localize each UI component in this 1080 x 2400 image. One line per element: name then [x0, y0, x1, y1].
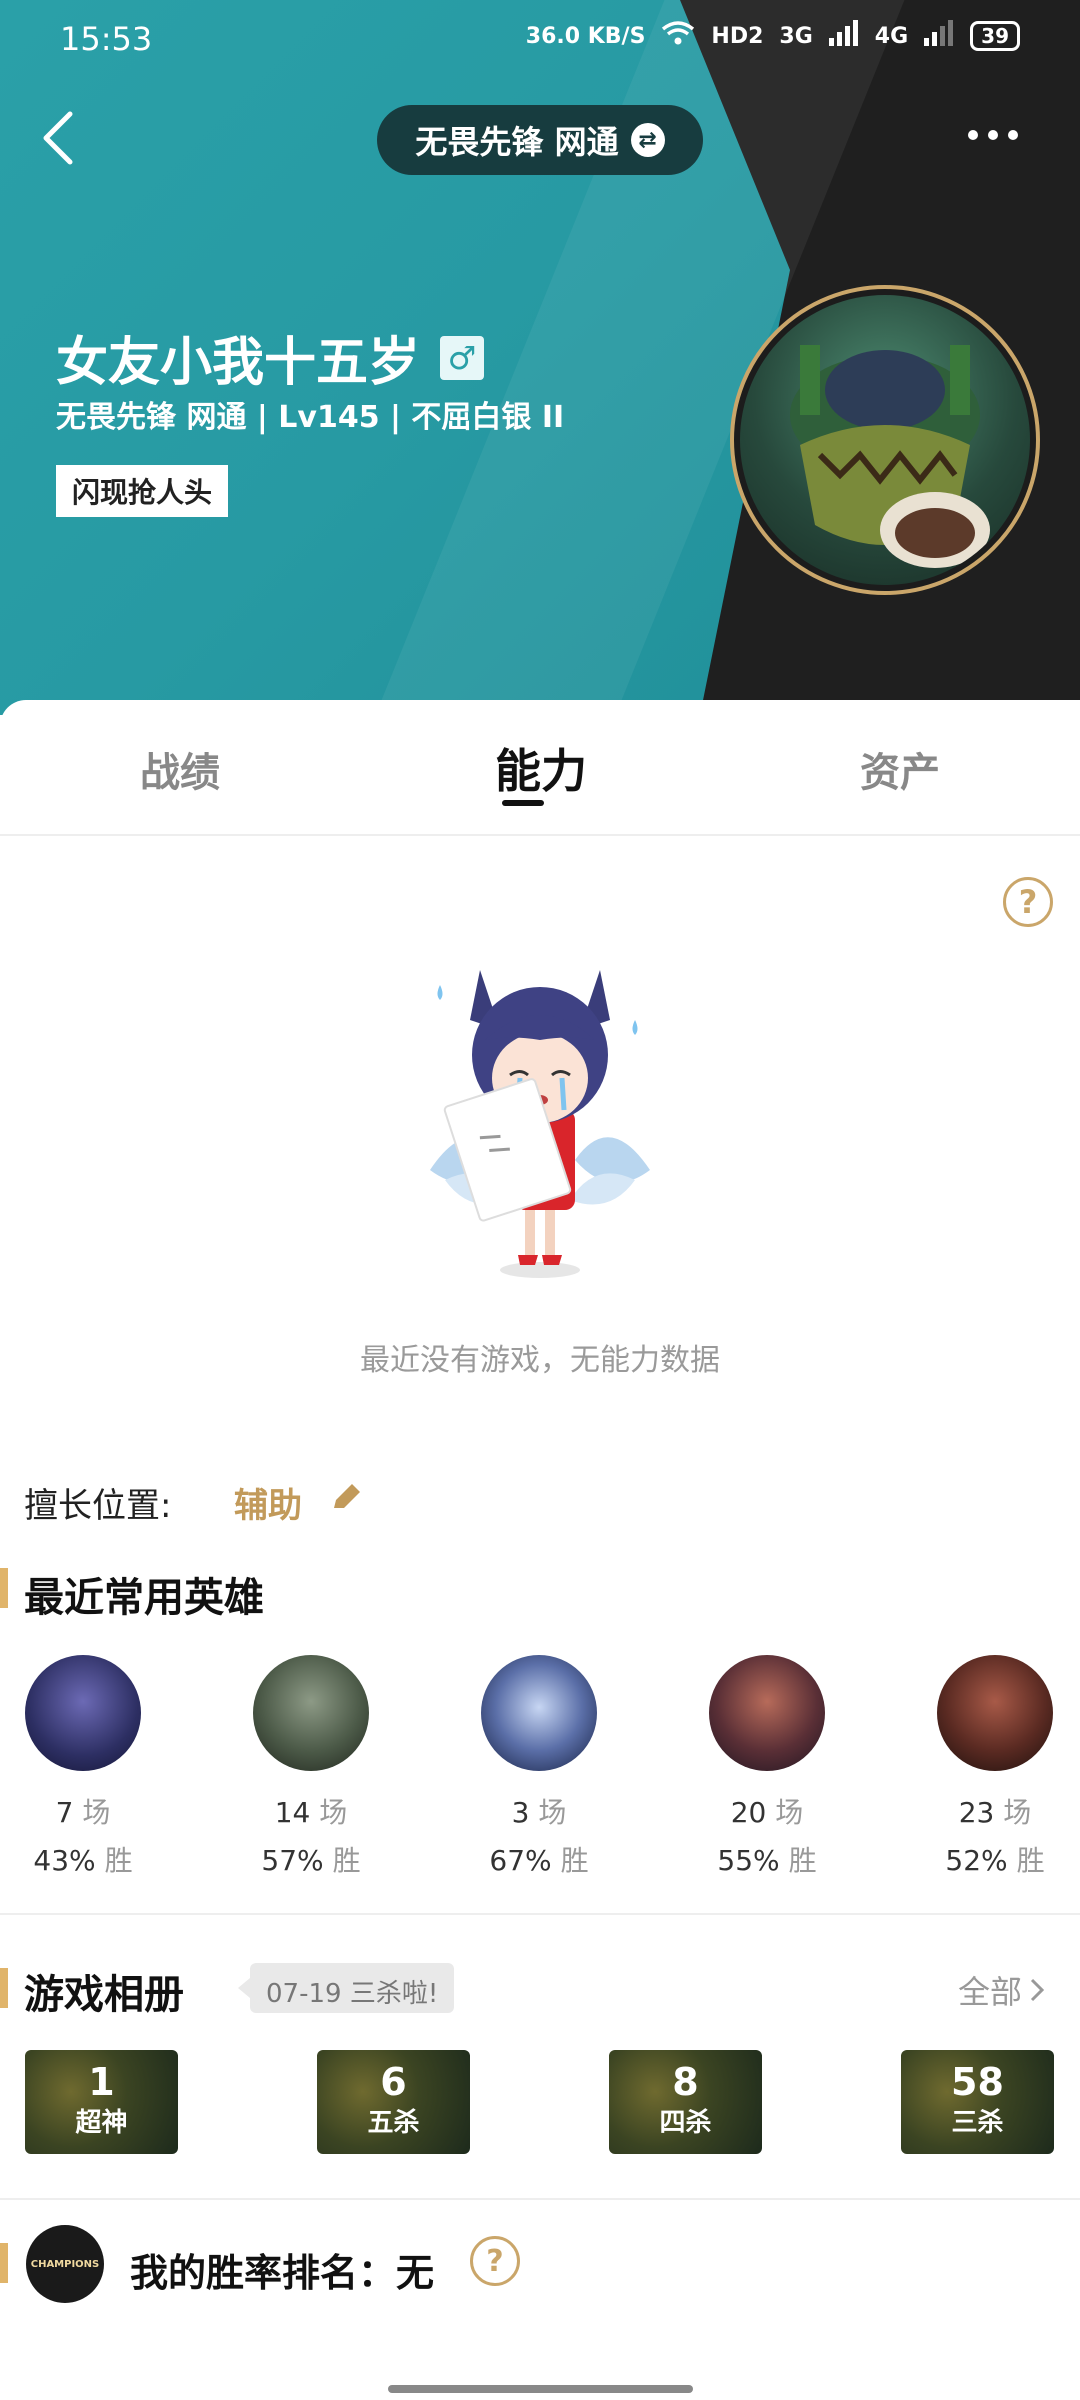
back-button[interactable] — [38, 108, 78, 168]
player-avatar[interactable] — [730, 285, 1040, 595]
hero-item[interactable]: 14 场 57% 胜 — [253, 1655, 369, 1879]
divider — [0, 2198, 1080, 2200]
male-icon: ♂ — [440, 335, 485, 380]
wifi-icon — [661, 20, 695, 52]
hero-item[interactable]: 3 场 67% 胜 — [481, 1655, 597, 1879]
net-speed: 36.0 KB/S — [525, 23, 646, 49]
hero-avatar — [481, 1655, 597, 1771]
champions-logo: CHAMPIONS — [26, 2225, 104, 2303]
player-meta: 无畏先锋 网通 | Lv145 | 不屈白银 II — [56, 400, 565, 435]
hero-winrate: 52% 胜 — [945, 1844, 1045, 1877]
winrate-rank-text: 我的胜率排名：无 — [130, 2251, 435, 2295]
album-card[interactable]: 58 三杀 — [901, 2050, 1054, 2154]
hd-badge: HD2 — [711, 23, 764, 49]
help-icon[interactable]: ? — [470, 2236, 520, 2286]
album-tip: 07-19 三杀啦! — [237, 1963, 455, 2013]
hero-games: 7 场 — [55, 1796, 111, 1829]
signal-icon — [828, 20, 859, 52]
tab-active-indicator — [502, 800, 544, 806]
hero-winrate: 55% 胜 — [717, 1844, 817, 1877]
hero-winrate: 43% 胜 — [33, 1844, 133, 1877]
hero-item[interactable]: 7 场 43% 胜 — [25, 1655, 141, 1879]
album-count: 8 — [672, 2060, 699, 2104]
player-tag: 闪现抢人头 — [56, 465, 229, 517]
hero-winrate: 57% 胜 — [261, 1844, 361, 1877]
album-title: 游戏相册 — [24, 1972, 184, 2018]
position-value[interactable]: 辅助 — [234, 1478, 302, 1527]
section-accent — [0, 2243, 8, 2283]
album-card[interactable]: 1 超神 — [25, 2050, 178, 2154]
status-bar: 15:53 36.0 KB/S HD2 3G 4G 39 — [0, 0, 1080, 80]
hero-games: 23 场 — [958, 1796, 1032, 1829]
more-dot — [1008, 130, 1018, 140]
album-count: 58 — [951, 2060, 1004, 2104]
album-card[interactable]: 8 四杀 — [609, 2050, 762, 2154]
hero-games: 20 场 — [730, 1796, 804, 1829]
hero-winrate: 67% 胜 — [489, 1844, 589, 1877]
swap-icon: ⇄ — [630, 123, 665, 157]
album-card[interactable]: 6 五杀 — [317, 2050, 470, 2154]
server-switch-button[interactable]: 无畏先锋 网通 ⇄ — [377, 105, 703, 175]
recent-heroes-title: 最近常用英雄 — [24, 1575, 264, 1621]
empty-state-text: 最近没有游戏，无能力数据 — [360, 1343, 720, 1378]
hero-games: 3 场 — [511, 1796, 567, 1829]
help-icon[interactable]: ? — [1003, 877, 1053, 927]
hero-item[interactable]: 23 场 52% 胜 — [937, 1655, 1053, 1879]
hero-avatar — [25, 1655, 141, 1771]
signal-3g: 3G — [779, 23, 813, 49]
album-label: 三杀 — [951, 2108, 1004, 2138]
divider — [0, 1913, 1080, 1915]
more-options-button[interactable] — [968, 130, 1018, 140]
tab-bar: 战绩 能力 资产 — [0, 700, 1080, 836]
album-label: 五杀 — [367, 2108, 420, 2138]
chevron-left-icon — [43, 111, 73, 165]
more-dot — [968, 130, 978, 140]
position-label: 擅长位置: — [24, 1486, 172, 1526]
album-count: 1 — [88, 2060, 115, 2104]
server-name: 无畏先锋 网通 — [415, 123, 619, 161]
battery-icon: 39 — [970, 21, 1020, 51]
hero-avatar — [709, 1655, 825, 1771]
status-icons: 36.0 KB/S HD2 3G 4G 39 — [526, 20, 1020, 52]
tab-ability[interactable]: 能力 — [495, 735, 587, 801]
tab-record[interactable]: 战绩 — [140, 740, 220, 798]
signal-icon-2 — [924, 20, 954, 52]
home-indicator[interactable] — [388, 2385, 693, 2393]
section-accent — [0, 1968, 8, 2008]
album-count: 6 — [380, 2060, 407, 2104]
album-all-label: 全部 — [958, 1973, 1023, 2011]
hero-avatar — [937, 1655, 1053, 1771]
album-label: 超神 — [75, 2108, 128, 2138]
player-name-row: 女友小我十五岁 ♂ — [56, 320, 485, 395]
signal-4g: 4G — [874, 23, 909, 49]
album-all-link[interactable]: 全部 — [958, 1967, 1046, 2013]
player-name: 女友小我十五岁 — [56, 333, 421, 393]
section-accent — [0, 1568, 8, 1608]
more-dot — [988, 130, 998, 140]
hero-avatar — [253, 1655, 369, 1771]
hero-item[interactable]: 20 场 55% 胜 — [709, 1655, 825, 1879]
hero-games: 14 场 — [274, 1796, 348, 1829]
album-label: 四杀 — [659, 2108, 712, 2138]
chevron-right-icon — [1030, 1978, 1045, 2002]
status-time: 15:53 — [60, 20, 153, 58]
avatar-image — [740, 295, 1030, 585]
empty-state-illustration — [410, 960, 670, 1280]
edit-icon[interactable] — [326, 1478, 366, 1518]
tab-assets[interactable]: 资产 — [860, 740, 940, 798]
